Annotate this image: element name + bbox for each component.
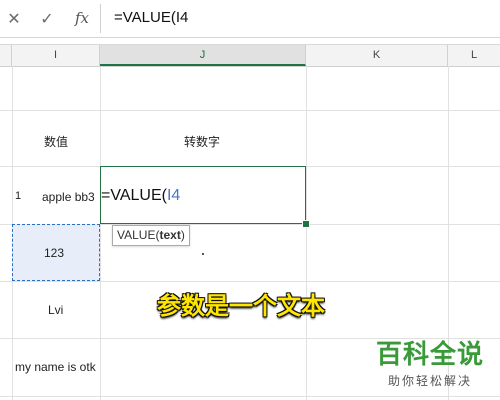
grid-line [0, 338, 500, 339]
formula-bar-divider [100, 4, 101, 33]
watermark-title: 百科全说 [375, 340, 484, 370]
grid-line [0, 110, 500, 111]
column-header-l[interactable]: L [448, 45, 500, 66]
cell-i6[interactable]: Lvi [48, 303, 63, 317]
function-tooltip[interactable]: VALUE(text) [112, 225, 190, 246]
corner-header [0, 45, 12, 66]
cell-i5[interactable]: 123 [44, 246, 64, 260]
watermark-logo: 百科全说 助你轻松解决 [374, 340, 486, 389]
insert-function-button[interactable]: fx [70, 6, 94, 30]
fx-icon: fx [74, 9, 89, 27]
close-icon[interactable]: ✕ [2, 6, 26, 30]
cell-i2[interactable]: 数值 [44, 133, 68, 150]
cell-i7[interactable]: my name is otk [15, 360, 96, 374]
tooltip-argument[interactable]: text [159, 228, 180, 242]
grid-line [0, 281, 500, 282]
grid-line [100, 66, 101, 400]
formula-bar: ✕ ✓ fx =VALUE(I4 [0, 0, 500, 38]
tooltip-close-paren: ) [180, 228, 185, 242]
annotation-caption: 参数是一个文本 [157, 292, 325, 320]
cell-dot-mark [202, 253, 204, 255]
formula-reference: I4 [166, 187, 181, 204]
column-header-i[interactable]: I [12, 45, 100, 66]
row-number-label: 1 [15, 190, 22, 202]
formula-prefix: =VALUE( [101, 187, 167, 204]
check-icon[interactable]: ✓ [35, 6, 59, 30]
fill-handle[interactable] [302, 220, 310, 228]
watermark-subtitle: 助你轻松解决 [387, 374, 472, 388]
cell-i4[interactable]: apple bb3 [42, 190, 95, 204]
column-header-k[interactable]: K [306, 45, 448, 66]
cell-j2[interactable]: 转数字 [184, 133, 220, 150]
cell-edit-content[interactable]: =VALUE(I4 [101, 187, 180, 205]
tooltip-function: VALUE( [117, 228, 160, 242]
grid-line [0, 396, 500, 397]
grid-line [306, 66, 307, 400]
column-header-j[interactable]: J [100, 45, 306, 66]
column-header-row: I J K L [0, 44, 500, 67]
formula-input[interactable]: =VALUE(I4 [114, 9, 188, 26]
